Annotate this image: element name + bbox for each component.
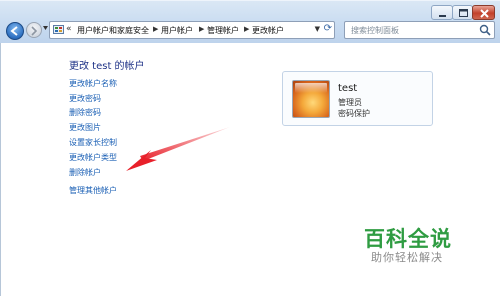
- watermark-subtitle: 助你轻松解决: [371, 251, 443, 264]
